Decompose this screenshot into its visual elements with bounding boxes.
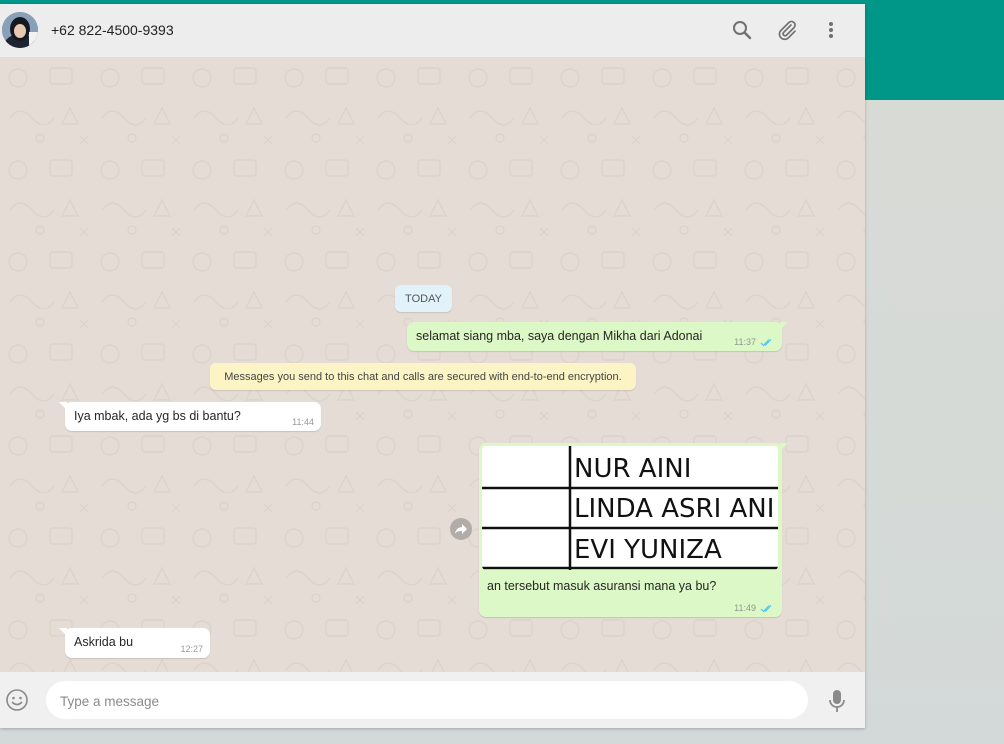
message-input-placeholder: Type a message bbox=[60, 694, 160, 709]
encryption-notice[interactable]: Messages you send to this chat and calls… bbox=[210, 363, 636, 390]
message-outgoing-image[interactable]: NUR AINI LINDA ASRI ANI EVI YUNIZA an te… bbox=[479, 443, 788, 617]
compose-bar: Type a message bbox=[0, 672, 865, 728]
chat-header: +62 822-4500-9393 bbox=[0, 4, 865, 58]
chat-messages-area[interactable]: TODAY selamat siang mba, saya dengan Mik… bbox=[0, 58, 865, 672]
contact-name[interactable]: +62 822-4500-9393 bbox=[51, 22, 174, 38]
message-text: selamat siang mba, saya dengan Mikha dar… bbox=[416, 329, 703, 343]
message-time: 12:27 bbox=[180, 644, 203, 654]
image-text-row: EVI YUNIZA bbox=[574, 535, 722, 565]
message-text: Iya mbak, ada yg bs di bantu? bbox=[74, 409, 241, 423]
message-text: Askrida bu bbox=[74, 635, 134, 649]
read-receipt-icon bbox=[760, 339, 772, 347]
search-icon[interactable] bbox=[729, 17, 755, 43]
chat-window: +62 822-4500-9393 TODAY selamat siang mb… bbox=[0, 4, 865, 728]
message-image[interactable]: NUR AINI LINDA ASRI ANI EVI YUNIZA bbox=[482, 446, 778, 570]
message-time: 11:49 bbox=[734, 603, 756, 613]
read-receipt-icon bbox=[760, 605, 772, 613]
message-outgoing[interactable]: selamat siang mba, saya dengan Mikha dar… bbox=[407, 322, 788, 351]
contact-avatar[interactable] bbox=[2, 12, 38, 48]
menu-icon[interactable] bbox=[818, 17, 844, 43]
message-time: 11:44 bbox=[292, 417, 314, 427]
image-text-row: LINDA ASRI ANI bbox=[574, 494, 775, 524]
message-input[interactable] bbox=[46, 681, 808, 719]
attach-icon[interactable] bbox=[774, 17, 800, 43]
emoji-icon[interactable] bbox=[5, 688, 29, 712]
message-time: 11:37 bbox=[734, 337, 756, 347]
message-incoming[interactable]: Iya mbak, ada yg bs di bantu? 11:44 bbox=[59, 402, 321, 431]
microphone-icon[interactable] bbox=[826, 688, 848, 714]
message-incoming[interactable]: Askrida bu 12:27 bbox=[59, 628, 210, 658]
message-text: an tersebut masuk asuransi mana ya bu? bbox=[487, 579, 717, 593]
forward-icon[interactable] bbox=[450, 518, 472, 540]
date-divider: TODAY bbox=[395, 285, 452, 312]
image-text-row: NUR AINI bbox=[574, 454, 692, 484]
